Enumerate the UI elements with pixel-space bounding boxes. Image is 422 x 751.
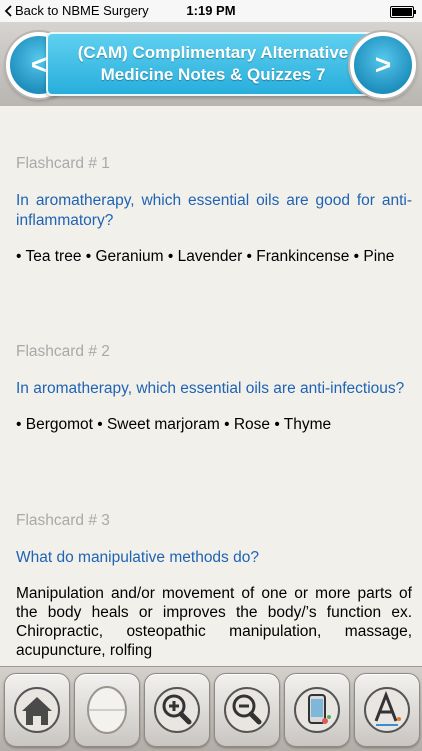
next-page-button[interactable]: > — [350, 32, 416, 98]
flashcard: Flashcard # 1 In aromatherapy, which ess… — [16, 155, 412, 266]
chevron-right-icon: > — [374, 49, 392, 80]
header: < (CAM) Complimentary Alternative Medici… — [0, 22, 422, 106]
flashcard: Flashcard # 2 In aromatherapy, which ess… — [16, 343, 412, 434]
font-size-button[interactable] — [354, 673, 420, 747]
flashcard-answer: • Bergomot • Sweet marjoram • Rose • Thy… — [16, 416, 332, 433]
blank-card-icon — [87, 686, 127, 734]
flashcard-question: What do manipulative methods do? — [16, 549, 259, 566]
status-time: 1:19 PM — [186, 3, 236, 18]
flashcard-number: Flashcard # 1 — [16, 155, 110, 172]
page-title: (CAM) Complimentary Alternative Medicine… — [46, 32, 380, 96]
home-button[interactable] — [4, 673, 70, 747]
battery-icon — [390, 6, 416, 18]
flashcard-answer: • Tea tree • Geranium • Lavender • Frank… — [16, 248, 395, 265]
bottom-toolbar — [0, 666, 422, 751]
flashcard-list[interactable]: Flashcard # 1 In aromatherapy, which ess… — [0, 106, 422, 666]
title-line-2: Medicine Notes & Quizzes 7 — [100, 65, 326, 84]
flashcard-question: In aromatherapy, which essential oils ar… — [16, 192, 412, 229]
home-icon — [14, 687, 60, 733]
flashcard-question: In aromatherapy, which essential oils ar… — [16, 380, 405, 397]
zoom-in-icon — [154, 687, 200, 733]
flashcard-number: Flashcard # 3 — [16, 512, 110, 529]
title-line-1: (CAM) Complimentary Alternative — [77, 43, 349, 62]
flashcard-answer: Manipulation and/or movement of one or m… — [16, 585, 412, 659]
phone-settings-button[interactable] — [284, 673, 350, 747]
status-bar: Back to NBME Surgery 1:19 PM — [0, 0, 422, 22]
phone-settings-icon — [294, 687, 340, 733]
zoom-out-icon — [224, 687, 270, 733]
flashcard-number: Flashcard # 2 — [16, 343, 110, 360]
chevron-left-icon: < — [30, 49, 48, 80]
zoom-in-button[interactable] — [144, 673, 210, 747]
zoom-out-button[interactable] — [214, 673, 280, 747]
blank-card-button[interactable] — [74, 673, 140, 747]
font-size-icon — [364, 687, 410, 733]
flashcard: Flashcard # 3 What do manipulative metho… — [16, 512, 412, 660]
